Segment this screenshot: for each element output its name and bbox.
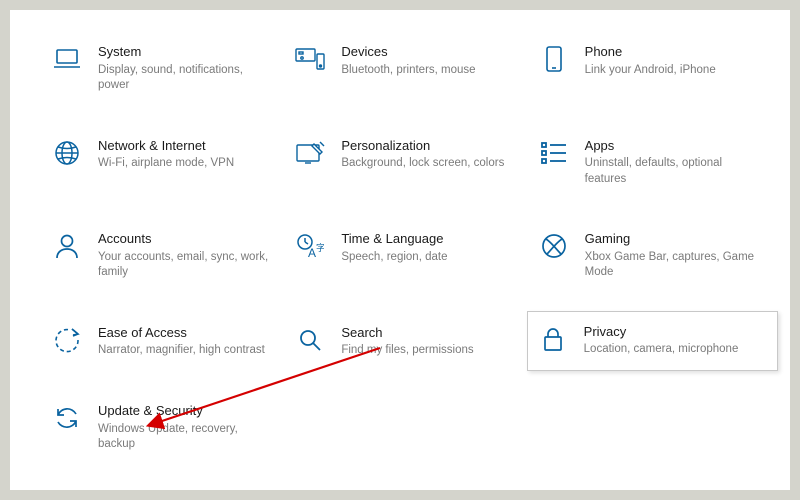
search-icon xyxy=(295,325,325,355)
category-title: System xyxy=(98,44,273,60)
category-desc: Find my files, permissions xyxy=(341,343,516,359)
person-icon xyxy=(52,231,82,261)
category-desc: Speech, region, date xyxy=(341,250,516,266)
category-desc: Windows Update, recovery, backup xyxy=(98,422,273,453)
category-title: Update & Security xyxy=(98,403,273,419)
category-gaming[interactable]: Gaming Xbox Game Bar, captures, Game Mod… xyxy=(537,227,770,285)
phone-icon xyxy=(539,44,569,74)
category-title: Phone xyxy=(585,44,760,60)
category-title: Personalization xyxy=(341,138,516,154)
category-devices[interactable]: Devices Bluetooth, printers, mouse xyxy=(293,40,526,98)
category-desc: Narrator, magnifier, high contrast xyxy=(98,343,273,359)
category-title: Network & Internet xyxy=(98,138,273,154)
category-update-security[interactable]: Update & Security Windows Update, recove… xyxy=(50,399,283,457)
category-title: Ease of Access xyxy=(98,325,273,341)
category-title: Apps xyxy=(585,138,760,154)
svg-text:字: 字 xyxy=(316,242,324,253)
category-desc: Background, lock screen, colors xyxy=(341,156,516,172)
xbox-icon xyxy=(539,231,569,261)
category-desc: Location, camera, microphone xyxy=(584,342,759,358)
category-title: Search xyxy=(341,325,516,341)
update-icon xyxy=(52,403,82,433)
category-title: Gaming xyxy=(585,231,760,247)
category-title: Privacy xyxy=(584,324,759,340)
category-ease-of-access[interactable]: Ease of Access Narrator, magnifier, high… xyxy=(50,321,283,363)
category-desc: Xbox Game Bar, captures, Game Mode xyxy=(585,250,760,281)
category-desc: Uninstall, defaults, optional features xyxy=(585,156,760,187)
category-phone[interactable]: Phone Link your Android, iPhone xyxy=(537,40,770,98)
settings-category-grid: System Display, sound, notifications, po… xyxy=(50,40,770,457)
category-desc: Display, sound, notifications, power xyxy=(98,63,273,94)
category-title: Devices xyxy=(341,44,516,60)
category-privacy[interactable]: Privacy Location, camera, microphone xyxy=(527,311,778,371)
lock-icon xyxy=(538,324,568,354)
category-desc: Your accounts, email, sync, work, family xyxy=(98,250,273,281)
category-search[interactable]: Search Find my files, permissions xyxy=(293,321,526,363)
laptop-icon xyxy=(52,44,82,74)
svg-text:A: A xyxy=(308,246,316,259)
category-system[interactable]: System Display, sound, notifications, po… xyxy=(50,40,283,98)
category-network[interactable]: Network & Internet Wi-Fi, airplane mode,… xyxy=(50,134,283,192)
category-desc: Link your Android, iPhone xyxy=(585,63,760,79)
category-title: Time & Language xyxy=(341,231,516,247)
ease-of-access-icon xyxy=(52,325,82,355)
category-title: Accounts xyxy=(98,231,273,247)
apps-icon xyxy=(539,138,569,168)
category-time-language[interactable]: A 字 Time & Language Speech, region, date xyxy=(293,227,526,285)
category-desc: Bluetooth, printers, mouse xyxy=(341,63,516,79)
category-desc: Wi-Fi, airplane mode, VPN xyxy=(98,156,273,172)
devices-icon xyxy=(295,44,325,74)
globe-icon xyxy=(52,138,82,168)
time-language-icon: A 字 xyxy=(295,231,325,261)
category-accounts[interactable]: Accounts Your accounts, email, sync, wor… xyxy=(50,227,283,285)
category-apps[interactable]: Apps Uninstall, defaults, optional featu… xyxy=(537,134,770,192)
personalization-icon xyxy=(295,138,325,168)
settings-home-panel: System Display, sound, notifications, po… xyxy=(10,10,790,490)
category-personalization[interactable]: Personalization Background, lock screen,… xyxy=(293,134,526,192)
